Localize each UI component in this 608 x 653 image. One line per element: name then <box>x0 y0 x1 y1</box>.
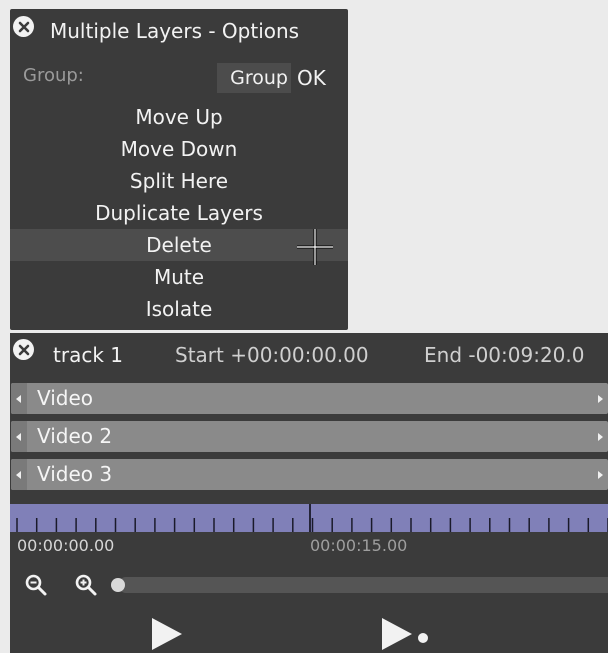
group-name-input[interactable]: Group <box>217 63 291 93</box>
layer-bar-video-3[interactable]: Video 3 <box>11 459 608 490</box>
play-selection-icon[interactable] <box>379 617 431 651</box>
track-start-time: Start +00:00:00.00 <box>175 343 369 367</box>
timeline-ruler[interactable] <box>10 504 608 532</box>
menu-item-duplicate-layers[interactable]: Duplicate Layers <box>10 197 348 229</box>
group-ok-button[interactable]: OK <box>297 63 326 93</box>
group-label: Group: <box>23 65 84 86</box>
timeline-ticks <box>16 504 608 532</box>
chevron-right-icon[interactable] <box>592 421 608 452</box>
menu-item-split-here[interactable]: Split Here <box>10 165 348 197</box>
track-name: track 1 <box>53 343 123 367</box>
zoom-out-icon[interactable] <box>24 573 48 597</box>
track-header: track 1 Start +00:00:00.00 End -00:09:20… <box>10 333 608 377</box>
chevron-right-icon[interactable] <box>592 383 608 414</box>
chevron-left-icon[interactable] <box>11 383 27 414</box>
layer-label: Video 2 <box>37 424 113 448</box>
track-panel: track 1 Start +00:00:00.00 End -00:09:20… <box>10 333 608 653</box>
menu-item-move-up[interactable]: Move Up <box>10 101 348 133</box>
zoom-in-icon[interactable] <box>74 573 98 597</box>
timeline-mid-label: 00:00:15.00 <box>310 536 408 555</box>
timeline-start-label: 00:00:00.00 <box>17 536 115 555</box>
options-title: Multiple Layers - Options <box>50 19 300 43</box>
options-menu: Move Up Move Down Split Here Duplicate L… <box>10 101 348 325</box>
layer-label: Video 3 <box>37 462 113 486</box>
options-header: Multiple Layers - Options <box>10 9 348 51</box>
menu-item-delete[interactable]: Delete <box>10 229 348 261</box>
chevron-left-icon[interactable] <box>11 421 27 452</box>
multiple-layers-options-panel: Multiple Layers - Options Group: Group O… <box>10 9 348 330</box>
chevron-right-icon[interactable] <box>592 459 608 490</box>
track-end-time: End -00:09:20.0 <box>424 343 585 367</box>
menu-item-isolate[interactable]: Isolate <box>10 293 348 325</box>
close-track-button[interactable] <box>13 339 34 360</box>
layer-bar-video-2[interactable]: Video 2 <box>11 421 608 452</box>
play-icon[interactable] <box>149 617 185 651</box>
group-row: Group: Group OK <box>10 61 348 93</box>
menu-item-move-down[interactable]: Move Down <box>10 133 348 165</box>
menu-item-mute[interactable]: Mute <box>10 261 348 293</box>
close-options-button[interactable] <box>13 16 34 37</box>
zoom-slider-track[interactable] <box>118 577 608 593</box>
chevron-left-icon[interactable] <box>11 459 27 490</box>
layer-label: Video <box>37 386 94 410</box>
close-icon <box>18 344 29 355</box>
zoom-slider-handle[interactable] <box>111 578 125 592</box>
close-icon <box>18 21 29 32</box>
layer-bar-video[interactable]: Video <box>11 383 608 414</box>
